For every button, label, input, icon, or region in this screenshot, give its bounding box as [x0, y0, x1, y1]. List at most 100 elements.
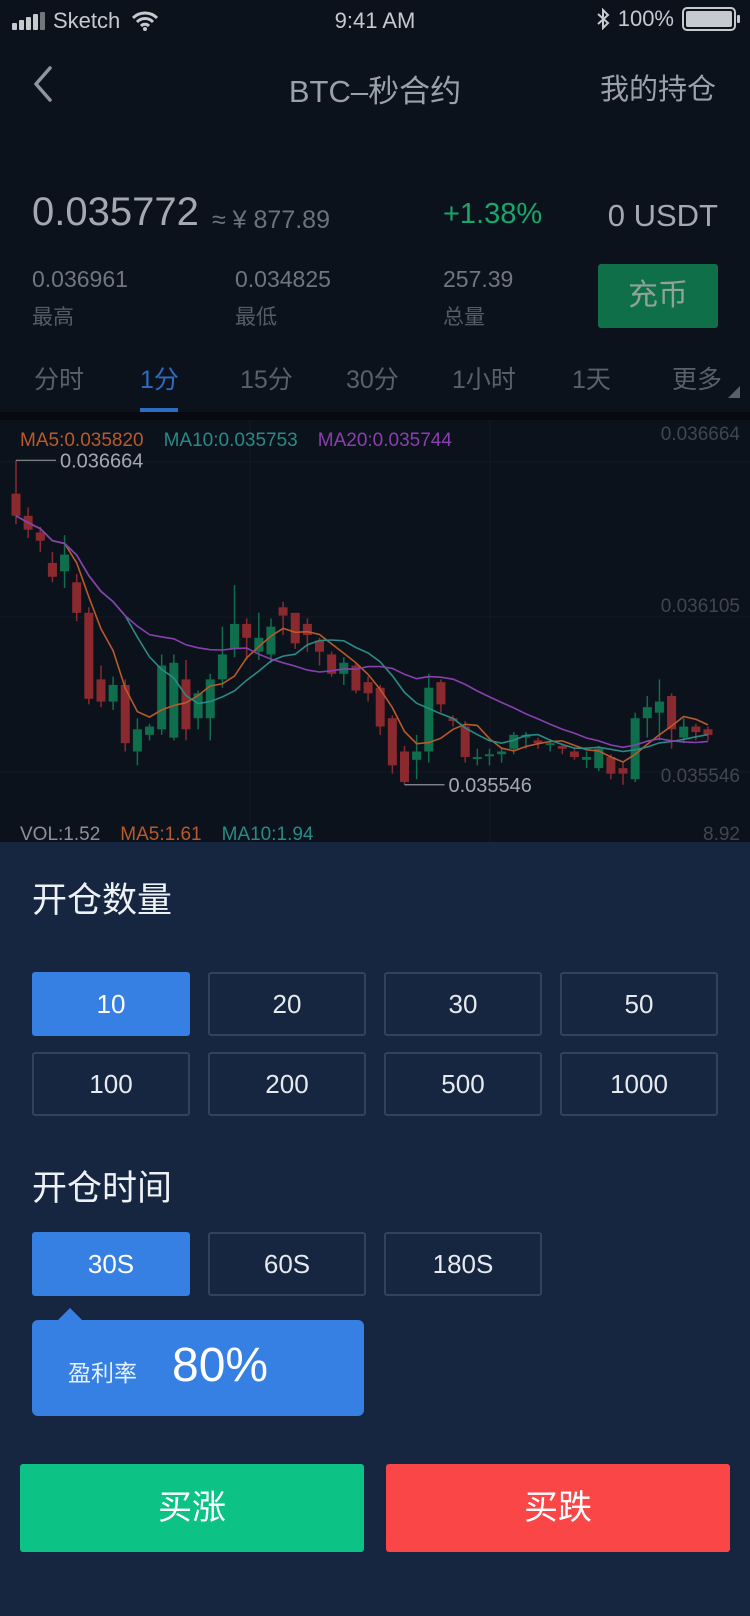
axis-label-mid: 0.036105: [660, 596, 740, 617]
stat-low: 0.034825 最低: [235, 266, 331, 331]
candle-up: [509, 734, 519, 749]
buy-up-button[interactable]: 买涨: [20, 1464, 364, 1552]
status-bar: Sketch 9:41 AM 100%: [0, 0, 750, 40]
last-price: 0.035772: [32, 190, 199, 234]
stat-high: 0.036961 最高: [32, 266, 128, 331]
qty-option-20[interactable]: 20: [208, 972, 366, 1036]
profit-rate-label: 盈利率: [68, 1360, 137, 1386]
tab-1hour[interactable]: 1小时: [452, 360, 516, 396]
candle-down: [84, 612, 94, 699]
balance-usdt: 0 USDT: [607, 198, 718, 233]
axis-label-bottom: 0.035546: [660, 766, 740, 787]
stat-low-value: 0.034825: [235, 266, 331, 292]
battery-percent: 100%: [617, 6, 674, 31]
legend-ma5: MA5:0.035820: [20, 430, 144, 451]
candle-up: [145, 726, 155, 735]
candle-up: [230, 623, 240, 649]
low-mark-label: 0.035546: [448, 775, 531, 797]
candle-up: [545, 743, 555, 746]
tab-more[interactable]: 更多: [672, 360, 722, 396]
quantity-title: 开仓数量: [32, 881, 173, 920]
qty-option-10[interactable]: 10: [32, 972, 190, 1036]
candle-down: [703, 729, 713, 735]
qty-option-200[interactable]: 200: [208, 1052, 366, 1116]
profit-rate-tooltip: 盈利率 80%: [32, 1308, 364, 1416]
qty-option-1000[interactable]: 1000: [560, 1052, 718, 1116]
tab-15min[interactable]: 15分: [240, 360, 293, 396]
high-mark-label: 0.036664: [60, 450, 143, 472]
high-low-marks: 0.036664 0.035546: [16, 450, 532, 797]
profit-rate-value: 80%: [172, 1339, 269, 1392]
candle-up: [642, 707, 652, 719]
deposit-button[interactable]: 充币: [598, 264, 718, 328]
stat-volume-value: 257.39: [443, 266, 514, 292]
time-title: 开仓时间: [32, 1169, 173, 1208]
candle-down: [72, 582, 82, 613]
candle-down: [35, 532, 45, 541]
candle-up: [217, 654, 227, 680]
buy-down-button[interactable]: 买跌: [386, 1464, 730, 1552]
candles: [11, 460, 713, 785]
tab-30min[interactable]: 30分: [346, 360, 399, 396]
candle-down: [557, 745, 567, 749]
time-option-30s[interactable]: 30S: [32, 1232, 190, 1296]
candle-up: [132, 729, 142, 752]
qty-option-30[interactable]: 30: [384, 972, 542, 1036]
candle-up: [472, 757, 482, 760]
ma10-line: [15, 515, 709, 753]
candle-up: [582, 757, 592, 760]
candle-up: [679, 726, 689, 738]
qty-option-500[interactable]: 500: [384, 1052, 542, 1116]
candle-up: [266, 626, 276, 655]
qty-option-100[interactable]: 100: [32, 1052, 190, 1116]
candle-down: [606, 757, 616, 774]
candle-down: [460, 726, 470, 758]
ma5-line: [15, 515, 709, 763]
ma20-line: [15, 515, 709, 749]
candlestick-chart[interactable]: 0.036664 0.035546: [0, 420, 750, 842]
candle-down: [290, 612, 300, 644]
nav-bar: BTC–秒合约 我的持仓: [0, 50, 750, 120]
interval-tabs: 分时 1分 15分 30分 1小时 1天 更多: [0, 360, 750, 414]
candle-up: [412, 751, 422, 760]
axis-label-top: 0.036664: [660, 424, 740, 445]
candle-down: [399, 751, 409, 782]
tab-1day[interactable]: 1天: [572, 360, 611, 396]
candle-up: [654, 701, 664, 713]
tab-fenshi[interactable]: 分时: [34, 360, 84, 396]
stat-high-value: 0.036961: [32, 266, 128, 292]
stat-volume-label: 总量: [443, 306, 485, 329]
candle-down: [278, 607, 288, 616]
candle-down: [302, 623, 312, 636]
ma-legend: MA5:0.035820 MA10:0.035753 MA20:0.035744: [20, 430, 472, 452]
divider: [0, 412, 750, 420]
time-option-180s[interactable]: 180S: [384, 1232, 542, 1296]
candle-up: [60, 554, 70, 572]
bluetooth-icon: [597, 8, 610, 30]
candle-down: [181, 679, 191, 730]
candle-down: [569, 751, 579, 758]
candle-down: [387, 718, 397, 766]
candle-up: [108, 684, 118, 702]
candle-up: [484, 754, 494, 757]
candle-up: [169, 662, 179, 738]
status-right: 100%: [596, 6, 740, 32]
candle-down: [11, 493, 21, 516]
approx-cny: ≈ ¥ 877.89: [212, 206, 330, 234]
candle-down: [47, 562, 57, 577]
qty-option-50[interactable]: 50: [560, 972, 718, 1036]
market-header: Sketch 9:41 AM 100% BTC–秒合约 我的持仓 0.03577…: [0, 0, 750, 845]
candle-down: [242, 623, 252, 638]
my-positions-link[interactable]: 我的持仓: [600, 66, 716, 108]
candle-up: [157, 665, 167, 730]
legend-ma10: MA10:0.035753: [163, 430, 298, 451]
legend-ma20: MA20:0.035744: [317, 430, 452, 451]
candle-down: [436, 682, 446, 705]
tab-1min[interactable]: 1分: [140, 360, 179, 396]
stat-low-label: 最低: [235, 306, 277, 329]
candle-down: [691, 726, 701, 733]
candle-down: [96, 679, 106, 702]
battery-icon: [682, 7, 740, 31]
stat-volume: 257.39 总量: [443, 266, 513, 331]
time-option-60s[interactable]: 60S: [208, 1232, 366, 1296]
